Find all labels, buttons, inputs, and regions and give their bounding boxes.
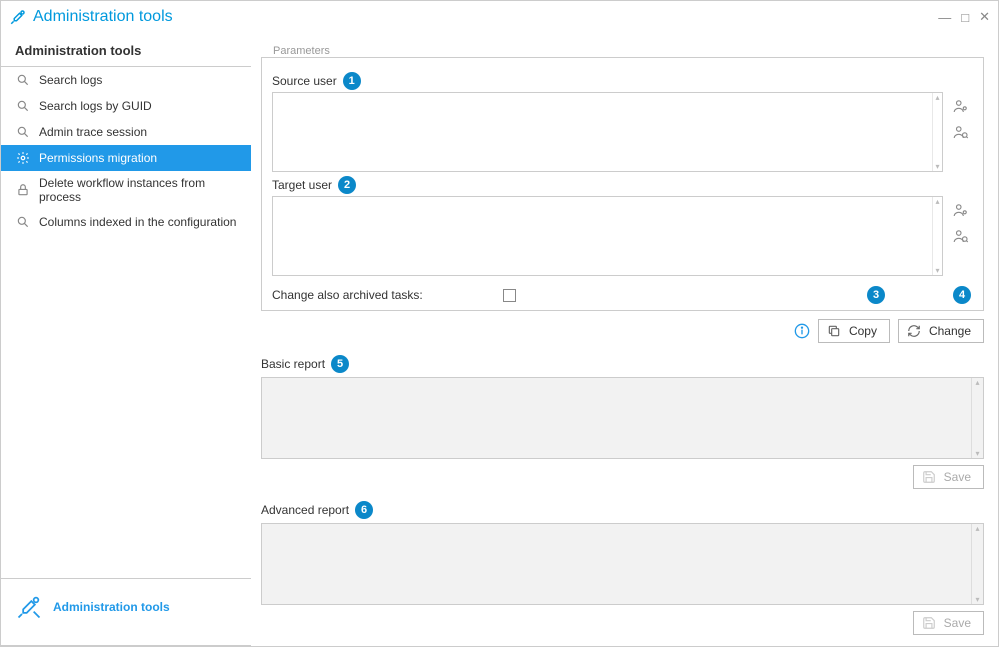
sidebar-item-columns[interactable]: Columns indexed in the configuration [1, 209, 251, 235]
scrollbar[interactable]: ▴▾ [971, 524, 983, 604]
sidebar-item-label: Admin trace session [39, 125, 147, 139]
sidebar-item-trace[interactable]: Admin trace session [1, 119, 251, 145]
change-button[interactable]: Change [898, 319, 984, 343]
info-icon[interactable] [794, 323, 810, 339]
sidebar-item-label: Permissions migration [39, 151, 157, 165]
copy-label: Copy [849, 324, 877, 338]
separator [1, 645, 251, 646]
sidebar-item-label: Columns indexed in the configuration [39, 215, 236, 229]
annotation-badge-6: 6 [355, 501, 373, 519]
save-advanced-button[interactable]: Save [913, 611, 984, 635]
source-user-row: ▴▾ [272, 92, 973, 172]
target-user-listbox[interactable]: ▴▾ [272, 196, 943, 276]
fieldset-legend: Parameters [269, 45, 334, 57]
tools-icon [15, 593, 43, 621]
sidebar: Administration tools Search logs Search … [1, 33, 251, 646]
scrollbar[interactable]: ▴▾ [932, 93, 942, 171]
body: Administration tools Search logs Search … [1, 33, 998, 646]
advanced-report-box[interactable]: ▴▾ [261, 523, 984, 605]
basic-report-label-row: Basic report 5 [261, 355, 984, 373]
basic-report-actions: Save [261, 465, 984, 489]
target-user-label: Target user [272, 178, 332, 192]
scrollbar[interactable]: ▴▾ [971, 378, 983, 458]
user-add-icon[interactable] [951, 200, 971, 220]
save-icon [922, 616, 936, 630]
source-user-listbox[interactable]: ▴▾ [272, 92, 943, 172]
scrollbar[interactable]: ▴▾ [932, 197, 942, 275]
sidebar-item-label: Search logs [39, 73, 102, 87]
parameters-fieldset: Source user 1 ▴▾ Target user 2 [261, 57, 984, 311]
sidebar-footer-item[interactable]: Administration tools [1, 578, 251, 635]
window: Administration tools — □ ✕ Administratio… [0, 0, 999, 647]
window-title: Administration tools [33, 8, 173, 26]
archive-checkbox-label: Change also archived tasks: [272, 288, 423, 302]
tools-icon [9, 8, 27, 26]
sidebar-item-permissions[interactable]: Permissions migration [1, 145, 251, 171]
titlebar: Administration tools — □ ✕ [1, 1, 998, 33]
source-user-label-row: Source user 1 [272, 72, 973, 90]
change-label: Change [929, 324, 971, 338]
basic-report-box[interactable]: ▴▾ [261, 377, 984, 459]
save-icon [922, 470, 936, 484]
source-user-actions [949, 92, 973, 172]
annotation-badge-1: 1 [343, 72, 361, 90]
advanced-report-actions: Save [261, 611, 984, 635]
source-user-label: Source user [272, 74, 337, 88]
save-label: Save [944, 616, 971, 630]
sidebar-item-search-guid[interactable]: Search logs by GUID [1, 93, 251, 119]
window-controls: — □ ✕ [938, 9, 990, 25]
archive-checkbox-row: Change also archived tasks: 3 4 [272, 288, 973, 302]
gear-icon [15, 150, 31, 166]
target-user-label-row: Target user 2 [272, 176, 973, 194]
save-label: Save [944, 470, 971, 484]
lock-icon [15, 182, 31, 198]
maximize-button[interactable]: □ [961, 10, 969, 25]
sidebar-item-label: Search logs by GUID [39, 99, 152, 113]
annotation-badge-4: 4 [953, 286, 971, 304]
search-icon [15, 98, 31, 114]
sidebar-footer-label: Administration tools [53, 600, 170, 614]
actions-row: Copy Change [261, 319, 984, 343]
copy-icon [827, 324, 841, 338]
user-search-icon[interactable] [951, 226, 971, 246]
user-add-icon[interactable] [951, 96, 971, 116]
save-basic-button[interactable]: Save [913, 465, 984, 489]
archive-checkbox[interactable] [503, 289, 516, 302]
search-icon [15, 124, 31, 140]
sidebar-header: Administration tools [1, 33, 251, 67]
search-icon [15, 214, 31, 230]
close-button[interactable]: ✕ [979, 9, 990, 25]
annotation-badge-3: 3 [867, 286, 885, 304]
target-user-actions [949, 196, 973, 276]
advanced-report-label: Advanced report [261, 503, 349, 517]
sidebar-item-search-logs[interactable]: Search logs [1, 67, 251, 93]
search-icon [15, 72, 31, 88]
refresh-icon [907, 324, 921, 338]
target-user-row: ▴▾ [272, 196, 973, 276]
minimize-button[interactable]: — [938, 10, 951, 25]
basic-report-label: Basic report [261, 357, 325, 371]
sidebar-list: Search logs Search logs by GUID Admin tr… [1, 67, 251, 578]
advanced-report-label-row: Advanced report 6 [261, 501, 984, 519]
copy-button[interactable]: Copy [818, 319, 890, 343]
sidebar-item-label: Delete workflow instances from process [39, 176, 237, 204]
annotation-badge-5: 5 [331, 355, 349, 373]
main-panel: Parameters Source user 1 ▴▾ Target [251, 33, 998, 646]
user-search-icon[interactable] [951, 122, 971, 142]
annotation-badge-2: 2 [338, 176, 356, 194]
sidebar-item-delete-workflow[interactable]: Delete workflow instances from process [1, 171, 251, 209]
